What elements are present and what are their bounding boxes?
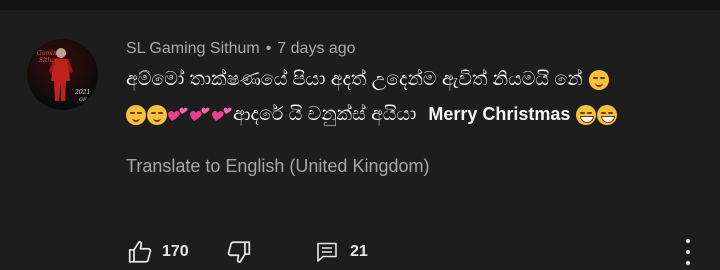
comment-icon	[317, 242, 337, 262]
relieved-face-icon	[588, 69, 609, 90]
svg-text:2021: 2021	[74, 89, 90, 96]
comment-line-2-english: Merry Christmas	[428, 104, 571, 124]
like-count: 170	[162, 243, 189, 260]
timestamp[interactable]: 7 days ago	[277, 40, 355, 58]
separator-dot: •	[265, 40, 272, 57]
thumbs-up-icon	[128, 241, 152, 263]
divider	[0, 0, 720, 10]
comment-line: අම්මෝ තාක්ෂණයේ පියා අදත් උදෙන්ම ඇවිත් නි…	[126, 62, 686, 97]
author-name[interactable]: SL Gaming Sithum	[126, 40, 260, 58]
grinning-face-icon	[576, 104, 597, 125]
comment-text: අම්මෝ තාක්ෂණයේ පියා අදත් උදෙන්ම ඇවිත් නි…	[126, 62, 686, 132]
relieved-face-icon	[126, 104, 146, 125]
translate-link[interactable]: Translate to English (United Kingdom)	[126, 156, 429, 177]
reply-button[interactable]: 21	[315, 236, 368, 268]
grinning-face-icon	[597, 104, 618, 125]
comment-line-1: අම්මෝ තාක්ෂණයේ පියා අදත් උදෙන්ම ඇවිත් නි…	[126, 69, 583, 90]
gamer-avatar-icon: Gaming Sithum 2021 GF	[37, 48, 90, 103]
reply-count: 21	[350, 243, 368, 260]
comment-line: ආදරේ යි චනුක්ස් අයියා Merry Christmas	[126, 97, 686, 132]
comment-card: Gaming Sithum 2021 GF SL Gaming Sithum •…	[0, 0, 720, 270]
like-button[interactable]: 170	[127, 236, 189, 268]
more-vert-icon[interactable]	[682, 239, 694, 265]
relieved-face-icon	[147, 104, 167, 125]
two-hearts-icon	[211, 105, 233, 125]
dislike-button[interactable]	[226, 236, 252, 268]
two-hearts-icon	[167, 105, 189, 125]
thumbs-down-icon	[227, 241, 251, 263]
avatar[interactable]: Gaming Sithum 2021 GF	[27, 39, 98, 110]
comment-actions: 170 21	[0, 236, 720, 268]
svg-text:GF: GF	[79, 97, 87, 103]
comment-meta: SL Gaming Sithum • 7 days ago	[126, 40, 356, 58]
comment-line-2: ආදරේ යි චනුක්ස් අයියා	[233, 104, 417, 125]
two-hearts-icon	[189, 105, 211, 125]
